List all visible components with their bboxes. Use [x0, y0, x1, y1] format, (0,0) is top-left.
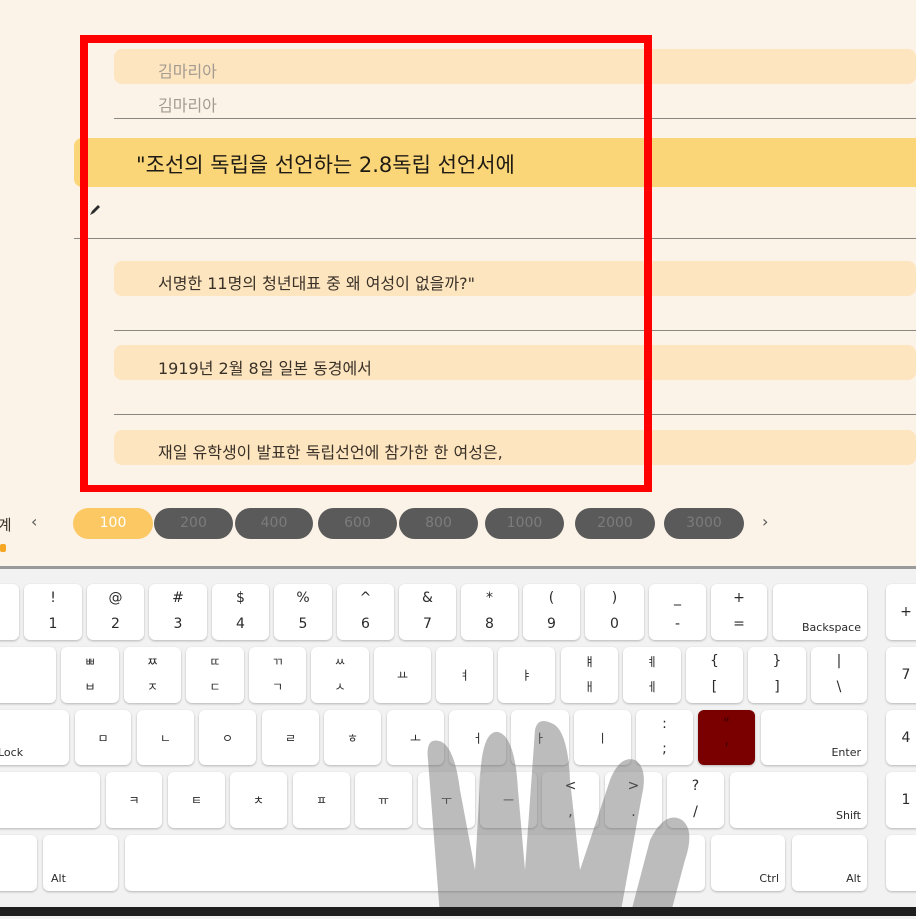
key-ctrl-left[interactable]: [0, 835, 37, 891]
numpad-plus[interactable]: +: [886, 584, 916, 640]
taskbar: [0, 907, 916, 916]
zoom-option-3000[interactable]: 3000: [664, 508, 744, 539]
key-b[interactable]: ㅠ: [355, 772, 412, 828]
key-alt-left[interactable]: Alt: [43, 835, 118, 891]
hand-overlay: [427, 721, 690, 916]
key-y[interactable]: ㅛ: [374, 647, 431, 703]
numpad-7[interactable]: 7: [886, 647, 916, 703]
key-e[interactable]: ㄸㄷ: [186, 647, 244, 703]
numpad-0[interactable]: [886, 835, 916, 891]
zoom-option-400[interactable]: 400: [235, 508, 313, 539]
key-bracket-left[interactable]: {[: [686, 647, 743, 703]
zoom-option-600[interactable]: 600: [318, 508, 397, 539]
key-tab[interactable]: [0, 647, 56, 703]
key-g[interactable]: ㅎ: [324, 710, 381, 765]
key-8[interactable]: * 8: [461, 584, 518, 640]
zoom-option-200[interactable]: 200: [154, 508, 233, 539]
key-5[interactable]: % 5: [274, 584, 332, 640]
numpad-1[interactable]: 1: [886, 772, 916, 828]
focus-frame: [80, 35, 652, 493]
key-z[interactable]: ㅋ: [106, 772, 162, 828]
key-p[interactable]: ㅖㅔ: [623, 647, 681, 703]
zoom-option-100[interactable]: 100: [73, 508, 153, 539]
key-x[interactable]: ㅌ: [168, 772, 225, 828]
zoom-option-1000[interactable]: 1000: [485, 508, 564, 539]
key-3[interactable]: #3: [149, 584, 207, 640]
key-6[interactable]: ^ 6: [337, 584, 394, 640]
key-f[interactable]: ㄹ: [262, 710, 319, 765]
key-left-edge[interactable]: [0, 584, 19, 640]
key-d[interactable]: ㅇ: [199, 710, 256, 765]
key-caps-lock[interactable]: Lock: [0, 710, 69, 765]
key-alt-right[interactable]: Alt: [792, 835, 867, 891]
key-backspace[interactable]: Backspace: [773, 584, 867, 640]
key-bracket-right[interactable]: }]: [748, 647, 806, 703]
small-pencil-icon: [0, 544, 6, 552]
key-4[interactable]: $4: [212, 584, 269, 640]
key-2[interactable]: @2: [87, 584, 144, 640]
key-v[interactable]: ㅍ: [293, 772, 350, 828]
key-backslash[interactable]: | \: [811, 647, 867, 703]
key-7[interactable]: & 7: [399, 584, 456, 640]
key-0[interactable]: ) 0: [585, 584, 644, 640]
key-t[interactable]: ㅆㅅ: [311, 647, 369, 703]
zoom-option-2000[interactable]: 2000: [575, 508, 655, 539]
zoom-option-800[interactable]: 800: [399, 508, 478, 539]
chevron-right-icon[interactable]: ›: [762, 512, 768, 531]
key-minus[interactable]: _ -: [649, 584, 706, 640]
numpad-4[interactable]: 4: [886, 710, 916, 765]
key-o[interactable]: ㅒㅐ: [561, 647, 618, 703]
chevron-left-icon[interactable]: ‹: [31, 512, 37, 531]
key-r[interactable]: ㄲㄱ: [249, 647, 306, 703]
key-u[interactable]: ㅕ: [436, 647, 493, 703]
key-equals[interactable]: + =: [711, 584, 767, 640]
key-w[interactable]: ㅉㅈ: [124, 647, 181, 703]
key-s[interactable]: ㄴ: [137, 710, 194, 765]
key-left-shift[interactable]: [0, 772, 100, 828]
key-9[interactable]: (9: [523, 584, 580, 640]
zoom-label: 단계: [0, 516, 12, 534]
key-q[interactable]: ㅃㅂ: [61, 647, 119, 703]
key-c[interactable]: ㅊ: [230, 772, 287, 828]
key-i[interactable]: ㅑ: [498, 647, 555, 703]
key-a[interactable]: ㅁ: [75, 710, 131, 765]
key-1[interactable]: ! 1: [24, 584, 82, 640]
